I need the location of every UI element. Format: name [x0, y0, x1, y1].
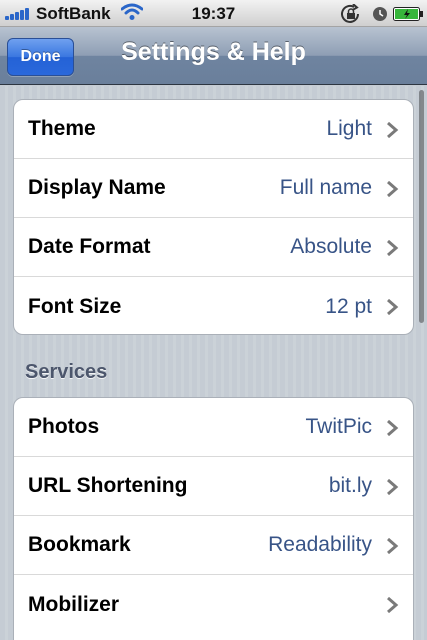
row-font-size[interactable]: Font Size 12 pt — [14, 277, 413, 334]
row-date-format[interactable]: Date Format Absolute — [14, 218, 413, 277]
chevron-right-icon — [387, 479, 399, 495]
scroll-indicator[interactable] — [419, 90, 424, 323]
row-label: URL Shortening — [28, 474, 188, 497]
chevron-right-icon — [387, 240, 399, 256]
row-label: Photos — [28, 415, 100, 438]
row-label: Bookmark — [28, 533, 131, 556]
battery-icon — [393, 7, 423, 21]
row-url-shortening[interactable]: URL Shortening bit.ly — [14, 457, 413, 516]
chevron-right-icon — [387, 597, 399, 613]
settings-group-services: Photos TwitPic URL Shortening bit.ly Boo… — [13, 397, 414, 640]
row-mobilizer[interactable]: Mobilizer — [14, 575, 413, 634]
chevron-right-icon — [387, 538, 399, 554]
settings-group-general: Theme Light Display Name Full name Date … — [13, 99, 414, 335]
chevron-right-icon — [387, 420, 399, 436]
row-display-name[interactable]: Display Name Full name — [14, 159, 413, 218]
page-title: Settings & Help — [121, 38, 306, 66]
row-value: Full name — [279, 176, 372, 199]
status-time: 19:37 — [191, 4, 236, 23]
row-label: Theme — [28, 117, 96, 140]
settings-table[interactable]: Theme Light Display Name Full name Date … — [0, 86, 427, 640]
row-value: Light — [326, 117, 372, 140]
row-value: Readability — [268, 533, 372, 556]
chevron-right-icon — [387, 181, 399, 197]
row-label: Date Format — [28, 235, 151, 258]
row-photos[interactable]: Photos TwitPic — [14, 398, 413, 457]
chevron-right-icon — [387, 299, 399, 315]
row-theme[interactable]: Theme Light — [14, 100, 413, 159]
row-value: TwitPic — [305, 415, 372, 438]
row-value: 12 pt — [325, 294, 372, 318]
row-value: Absolute — [290, 235, 372, 258]
section-header-services: Services — [25, 361, 108, 383]
row-label: Display Name — [28, 176, 166, 199]
status-bar: SoftBank 19:37 — [0, 0, 427, 27]
done-button[interactable]: Done — [7, 38, 74, 76]
row-label: Font Size — [28, 294, 122, 318]
row-label: Mobilizer — [28, 592, 120, 616]
rotation-lock-icon — [341, 4, 359, 23]
chevron-right-icon — [387, 122, 399, 138]
navigation-bar: Done Settings & Help — [0, 27, 427, 85]
alarm-icon — [373, 7, 387, 21]
row-bookmark[interactable]: Bookmark Readability — [14, 516, 413, 575]
row-value: bit.ly — [328, 474, 372, 497]
